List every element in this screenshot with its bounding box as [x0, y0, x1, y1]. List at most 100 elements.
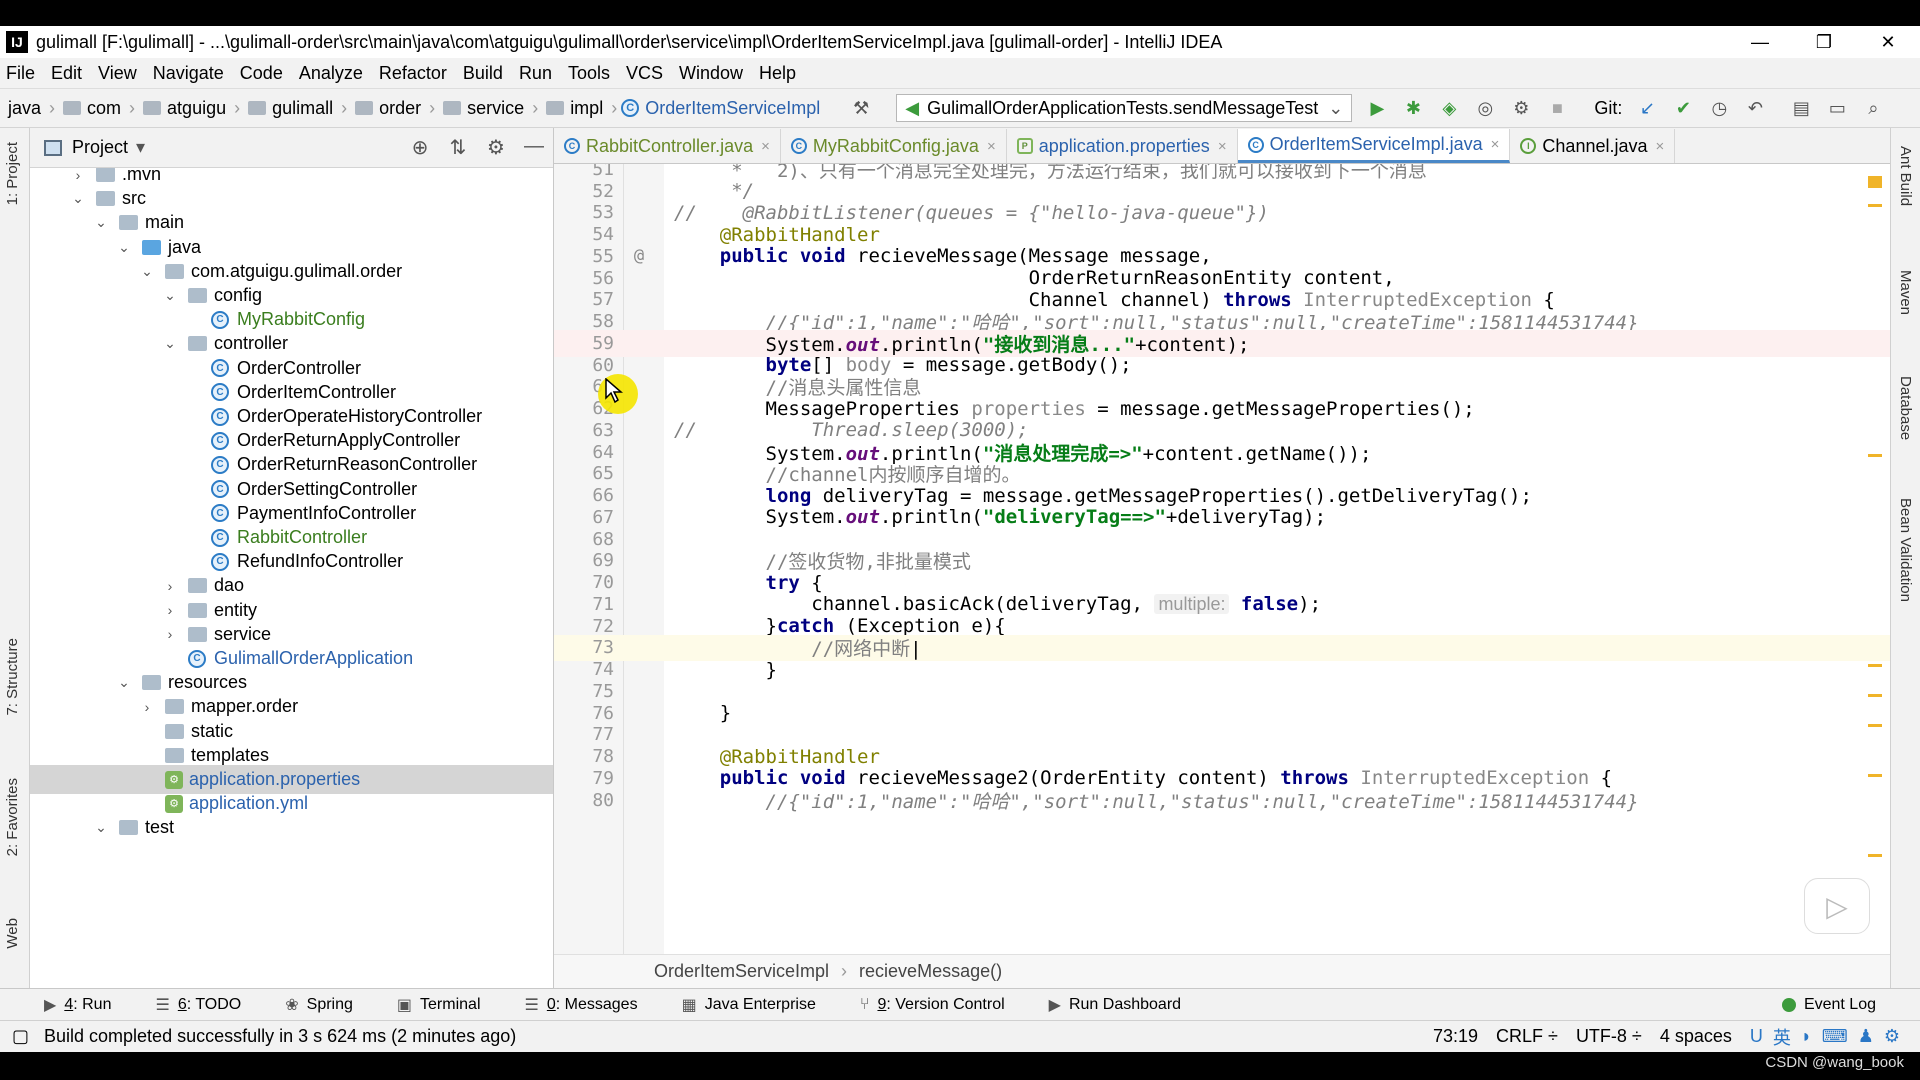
breadcrumb-order[interactable]: order ›: [351, 98, 435, 119]
tool-window-spring[interactable]: ❀ Spring: [285, 995, 353, 1015]
git-commit-icon[interactable]: ✔: [1672, 97, 1694, 119]
chevron-down-icon[interactable]: ⌄: [93, 819, 109, 836]
breadcrumb-java[interactable]: java ›: [8, 98, 55, 119]
menu-edit[interactable]: Edit: [51, 63, 82, 84]
code-area[interactable]: 51 * 2)、只有一个消息完全处理完，方法运行结束，我们就可以接收到下一个消息…: [554, 164, 1890, 954]
breadcrumb-atguigu[interactable]: atguigu ›: [139, 98, 240, 119]
tool-tab-favorites[interactable]: 2: Favorites: [4, 778, 21, 856]
gutter-marker[interactable]: @: [614, 246, 664, 266]
editor-tab[interactable]: I Channel.java ×: [1510, 129, 1676, 163]
debug-icon[interactable]: ✱: [1402, 97, 1424, 119]
search-icon[interactable]: ⌕: [1862, 97, 1884, 119]
menu-run[interactable]: Run: [519, 63, 552, 84]
ime-icon[interactable]: ♟: [1858, 1026, 1874, 1047]
chevron-right-icon[interactable]: ›: [162, 602, 178, 618]
ime-icon[interactable]: 英: [1773, 1024, 1791, 1050]
close-icon[interactable]: ×: [1491, 136, 1500, 153]
chevron-down-icon[interactable]: ⌄: [93, 214, 109, 231]
menu-vcs[interactable]: VCS: [626, 63, 663, 84]
collapse-all-icon[interactable]: ⇅: [439, 135, 477, 160]
tool-tab-bean-validation[interactable]: Bean Validation: [1897, 498, 1914, 602]
stop-icon[interactable]: ■: [1546, 97, 1568, 119]
menu-view[interactable]: View: [98, 63, 137, 84]
chevron-down-icon[interactable]: ⌄: [116, 239, 132, 256]
editor-tab[interactable]: Papplication.properties ×: [1007, 129, 1238, 163]
rollback-icon[interactable]: ↶: [1744, 97, 1766, 119]
menu-window[interactable]: Window: [679, 63, 743, 84]
tool-window-java-enterprise[interactable]: ▦ Java Enterprise: [682, 995, 816, 1015]
run-configuration-select[interactable]: ◀ GulimallOrderApplicationTests.sendMess…: [896, 94, 1353, 122]
tool-tab-project[interactable]: 1: Project: [4, 142, 21, 205]
file-encoding[interactable]: UTF-8 ÷: [1576, 1026, 1642, 1047]
chevron-down-icon[interactable]: ⌄: [162, 287, 178, 304]
git-update-icon[interactable]: ↙: [1636, 97, 1658, 119]
editor-tab[interactable]: C OrderItemServiceImpl.java ×: [1237, 129, 1511, 163]
editor-tab[interactable]: C MyRabbitConfig.java ×: [781, 129, 1007, 163]
tool-window-run-dashboard[interactable]: ▶ Run Dashboard: [1049, 995, 1181, 1015]
tool-window-run[interactable]: ▶ 4: Run: [44, 995, 111, 1015]
chevron-right-icon[interactable]: ›: [162, 626, 178, 642]
panel-toggle-icon[interactable]: ▢: [12, 1026, 29, 1047]
menu-help[interactable]: Help: [759, 63, 796, 84]
ime-icon[interactable]: U: [1750, 1026, 1763, 1047]
code-line[interactable]: 80 //{"id":1,"name":"哈哈","sort":null,"st…: [554, 787, 1890, 814]
chevron-right-icon[interactable]: ›: [139, 699, 155, 715]
project-structure-icon[interactable]: ▤: [1790, 97, 1812, 119]
ime-icon[interactable]: ⚙: [1884, 1026, 1900, 1047]
breadcrumb-gulimall[interactable]: gulimall ›: [244, 98, 347, 119]
chevron-down-icon[interactable]: ⌄: [162, 335, 178, 352]
tool-tab-ant-build[interactable]: Ant Build: [1897, 146, 1914, 206]
close-icon[interactable]: ×: [1218, 138, 1227, 155]
tool-window-version-control[interactable]: ⑂ 9: Version Control: [860, 996, 1005, 1014]
history-icon[interactable]: ◷: [1708, 97, 1730, 119]
ime-icon[interactable]: ◗: [1801, 1026, 1812, 1047]
breadcrumb-service[interactable]: service ›: [439, 98, 538, 119]
locate-icon[interactable]: ⊕: [401, 135, 439, 160]
ime-icon[interactable]: ⌨: [1822, 1026, 1848, 1047]
tool-window-terminal[interactable]: ▣ Terminal: [397, 995, 481, 1015]
breadcrumb-method[interactable]: recieveMessage(): [859, 961, 1002, 982]
coverage-icon[interactable]: ◈: [1438, 97, 1460, 119]
line-separator[interactable]: CRLF ÷: [1496, 1026, 1558, 1047]
chevron-down-icon[interactable]: ⌄: [116, 674, 132, 691]
error-stripe[interactable]: [1866, 164, 1882, 864]
chevron-down-icon[interactable]: ⌄: [70, 190, 86, 207]
hammer-build-icon[interactable]: ⚒: [850, 97, 872, 119]
layout-icon[interactable]: ▭: [1826, 97, 1848, 119]
menu-build[interactable]: Build: [463, 63, 503, 84]
run-icon[interactable]: ▶: [1366, 97, 1388, 119]
chevron-down-icon[interactable]: ▾: [136, 137, 145, 158]
menu-navigate[interactable]: Navigate: [153, 63, 224, 84]
tree-folder[interactable]: ⌄ test: [30, 813, 553, 842]
breadcrumb-impl[interactable]: impl ›: [542, 98, 617, 119]
event-log-button[interactable]: Event Log: [1781, 996, 1876, 1014]
caret-position[interactable]: 73:19: [1433, 1026, 1478, 1047]
chevron-right-icon[interactable]: ›: [162, 578, 178, 594]
menu-code[interactable]: Code: [240, 63, 283, 84]
tool-tab-structure[interactable]: 7: Structure: [4, 638, 21, 716]
profile-icon[interactable]: ◎: [1474, 97, 1496, 119]
hide-icon[interactable]: —: [515, 135, 553, 160]
menu-refactor[interactable]: Refactor: [379, 63, 447, 84]
tool-window-todo[interactable]: ☰ 6: TODO: [155, 995, 241, 1015]
menu-tools[interactable]: Tools: [568, 63, 610, 84]
tool-window-messages[interactable]: ☰ 0: Messages: [525, 995, 638, 1015]
breadcrumb-class[interactable]: OrderItemServiceImpl: [654, 961, 829, 982]
close-icon[interactable]: ×: [987, 138, 996, 155]
menu-file[interactable]: File: [6, 63, 35, 84]
breadcrumb-com[interactable]: com ›: [59, 98, 135, 119]
project-title[interactable]: Project: [72, 137, 128, 158]
menu-analyze[interactable]: Analyze: [299, 63, 363, 84]
close-icon[interactable]: ×: [1656, 138, 1665, 155]
close-icon[interactable]: ×: [761, 138, 770, 155]
indent-setting[interactable]: 4 spaces: [1660, 1026, 1732, 1047]
chevron-down-icon[interactable]: ⌄: [139, 263, 155, 280]
editor-tab[interactable]: C RabbitController.java ×: [554, 129, 781, 163]
minimize-button[interactable]: —: [1728, 32, 1792, 53]
video-play-icon[interactable]: ▷: [1804, 878, 1870, 934]
attach-icon[interactable]: ⚙: [1510, 97, 1532, 119]
tool-tab-maven[interactable]: Maven: [1897, 270, 1914, 315]
tool-tab-database[interactable]: Database: [1897, 376, 1914, 440]
close-button[interactable]: ✕: [1856, 32, 1920, 53]
gear-icon[interactable]: ⚙: [477, 135, 515, 160]
